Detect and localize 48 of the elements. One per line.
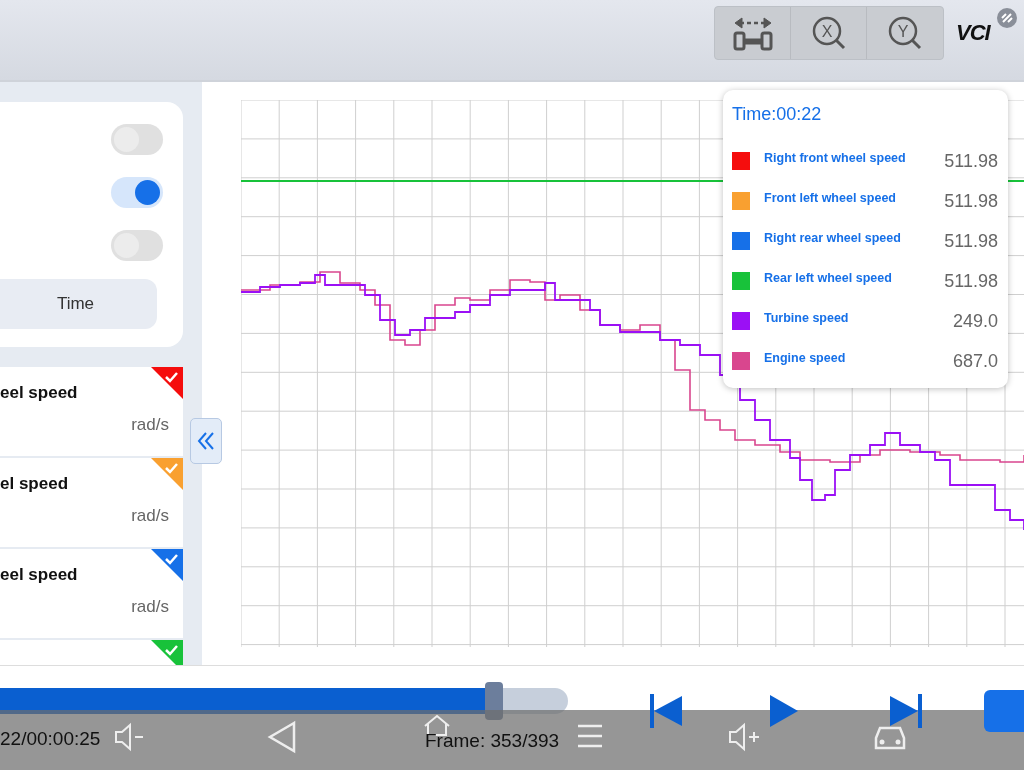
sensor-card[interactable]: eel speed rad/s [0, 549, 183, 638]
skip-forward-icon [888, 692, 924, 730]
legend-label: Right front wheel speed [764, 151, 907, 165]
legend-label: Right rear wheel speed [764, 231, 902, 245]
speaker-minus-icon [112, 720, 146, 754]
legend-value: 511.98 [944, 150, 998, 172]
legend-value: 511.98 [944, 230, 998, 252]
legend-label: Turbine speed [764, 311, 850, 325]
legend-value: 687.0 [952, 350, 998, 372]
vci-logo: VCI [956, 20, 990, 46]
toggle-switch[interactable] [111, 177, 163, 208]
speaker-plus-icon [726, 720, 762, 754]
volume-down-button[interactable] [112, 720, 146, 754]
legend-value: 511.98 [944, 190, 998, 212]
sensor-name: el speed [0, 474, 69, 494]
sensor-unit: rad/s [131, 415, 169, 435]
x-axis-button[interactable]: Time [0, 279, 157, 329]
sensor-card[interactable]: el speed rad/s [0, 458, 183, 547]
toggle-switch[interactable] [111, 124, 163, 155]
legend-label: Engine speed [764, 351, 847, 365]
legend-label: Rear left wheel speed [764, 271, 893, 285]
sensor-name: eel speed [0, 565, 78, 585]
sensor-unit: rad/s [131, 506, 169, 526]
play-button[interactable] [768, 693, 800, 729]
playback-time: 22/00:00:25 [0, 728, 101, 750]
next-button[interactable] [888, 692, 924, 730]
zoom-button[interactable]: X [791, 7, 867, 59]
legend-value: 511.98 [944, 270, 998, 292]
sensor-unit: rad/s [131, 597, 169, 617]
sensor-name: eel speed [0, 383, 78, 403]
back-triangle-icon [266, 720, 298, 754]
frame-counter: Frame: 353/393 [425, 730, 560, 752]
skip-back-icon [648, 692, 684, 730]
collapse-button[interactable] [190, 418, 222, 464]
legend-time: Time:00:22 [732, 104, 823, 125]
link-badge-icon [996, 7, 1018, 29]
toggle-switch[interactable] [111, 230, 163, 261]
play-icon [768, 693, 800, 729]
zoom-button[interactable]: Y [867, 7, 943, 59]
legend-value: 249.0 [952, 310, 998, 332]
previous-button[interactable] [648, 692, 684, 730]
home-button[interactable] [422, 714, 452, 736]
volume-up-button[interactable] [726, 720, 762, 754]
sensor-card[interactable]: eel speed rad/s [0, 367, 183, 456]
legend-label: Front left wheel speed [764, 191, 897, 205]
double-chevron-icon [197, 431, 215, 451]
home-icon [422, 714, 452, 736]
back-button[interactable] [266, 720, 298, 754]
